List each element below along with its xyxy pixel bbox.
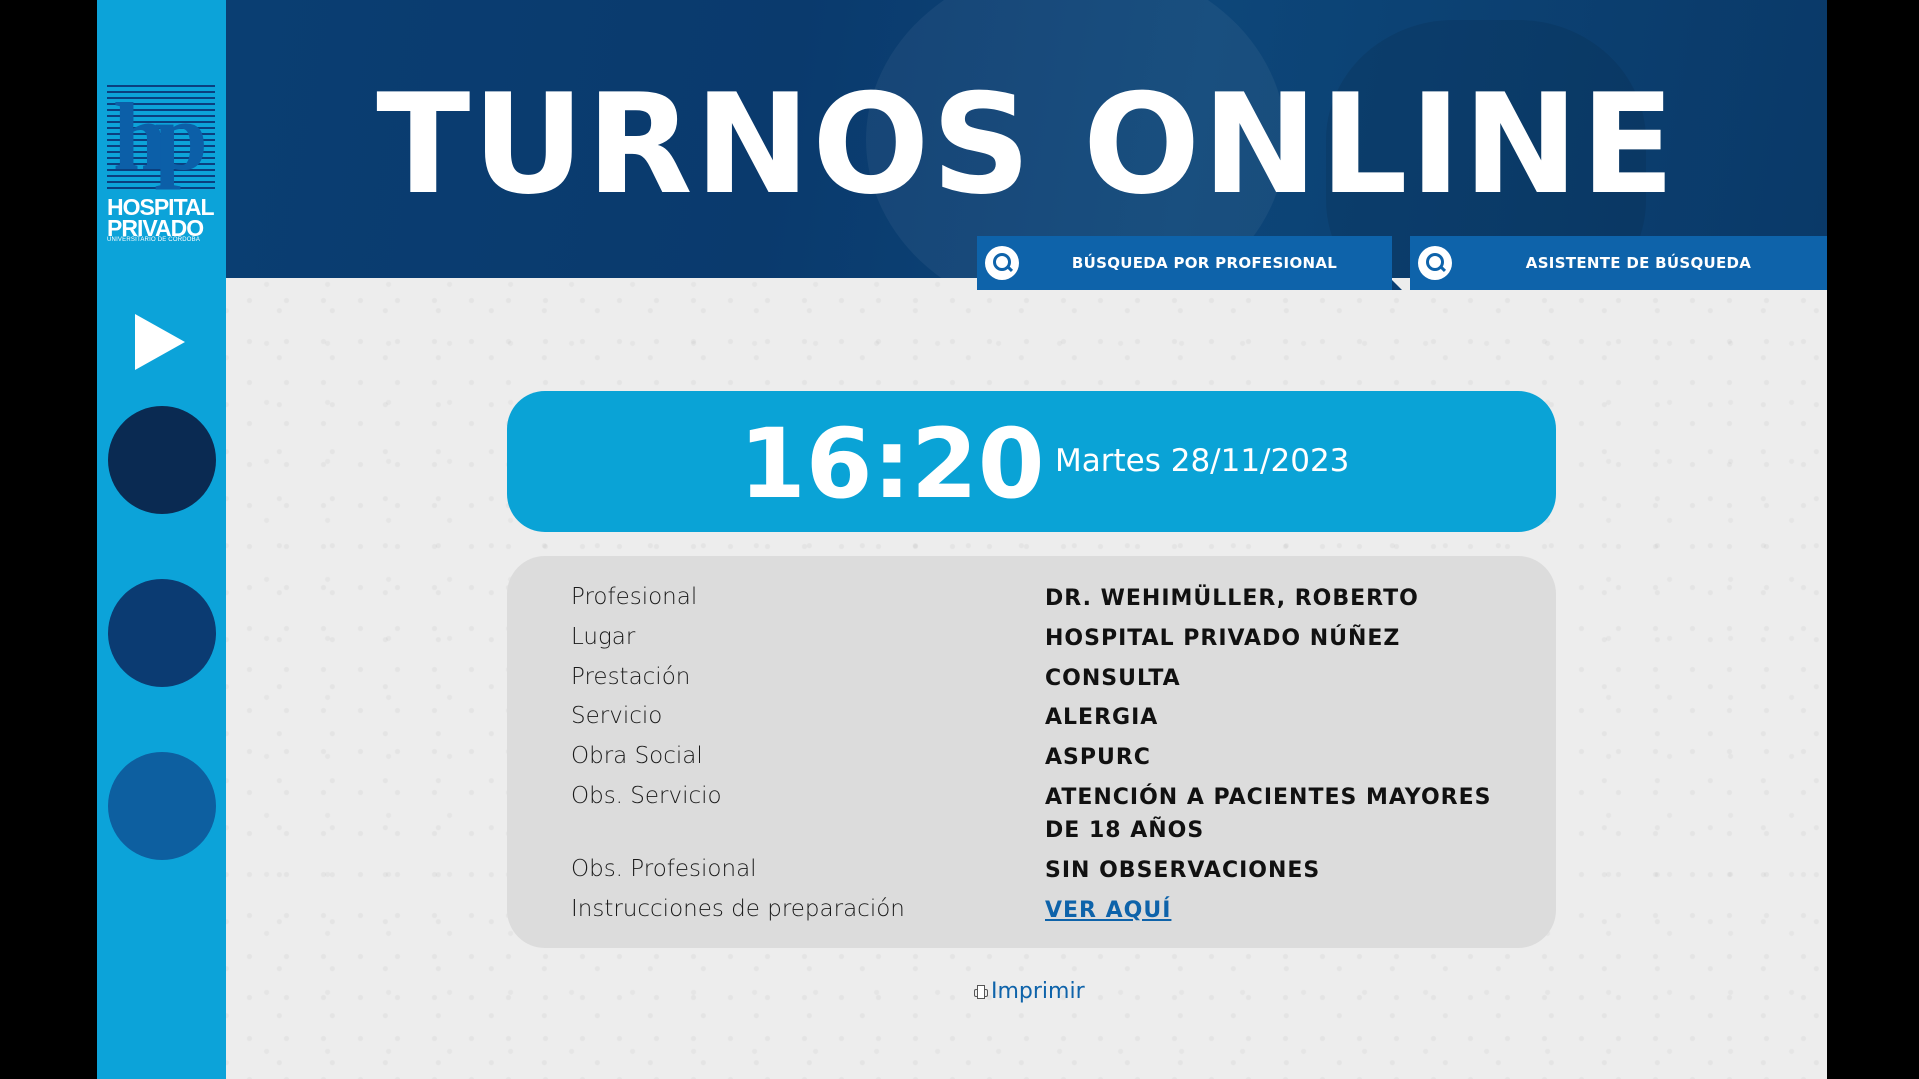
search-icon (985, 246, 1019, 280)
print-button[interactable]: Imprimir (974, 979, 1085, 1004)
detail-value: ALERGIA (1045, 705, 1159, 730)
print-label: Imprimir (991, 979, 1085, 1004)
printer-icon (974, 984, 988, 999)
logo-line-2: PRIVADO (107, 215, 204, 241)
preparation-instructions-link[interactable]: VER AQUÍ (1045, 894, 1515, 927)
detail-label: Obs. Servicio (571, 783, 722, 809)
play-icon[interactable] (135, 314, 185, 370)
search-assistant-button[interactable]: ASISTENTE DE BÚSQUEDA (1410, 236, 1827, 290)
logo-mark: hp (107, 85, 215, 193)
appointment-time-card: 16:20 Martes 28/11/2023 (507, 391, 1556, 532)
appointment-time: 16:20 (739, 408, 1045, 520)
logo-subtitle: UNIVERSITARIO DE CÓRDOBA (107, 237, 201, 243)
page-title: TURNOS ONLINE (376, 64, 1677, 225)
detail-value: SIN OBSERVACIONES (1045, 858, 1321, 883)
search-assistant-label: ASISTENTE DE BÚSQUEDA (1525, 254, 1752, 272)
appointment-details-card: Profesional DR. WEHIMÜLLER, ROBERTO Luga… (507, 556, 1556, 948)
detail-value: CONSULTA (1045, 666, 1181, 691)
search-icon (1418, 246, 1452, 280)
slide-dot-1[interactable] (108, 406, 216, 514)
detail-value: ATENCIÓN A PACIENTES MAYORES DE 18 AÑOS (1045, 785, 1492, 843)
detail-label: Prestación (571, 664, 691, 690)
detail-label: Obs. Profesional (571, 856, 757, 882)
logo-text: HOSPITAL PRIVADO (107, 196, 219, 241)
sidebar: hp HOSPITAL PRIVADO UNIVERSITARIO DE CÓR… (97, 0, 226, 1079)
search-by-professional-button[interactable]: BÚSQUEDA POR PROFESIONAL (977, 236, 1402, 290)
detail-label: Lugar (571, 624, 636, 650)
appointment-date: Martes 28/11/2023 (1055, 443, 1350, 479)
slide-dot-2[interactable] (108, 579, 216, 687)
detail-label: Profesional (571, 584, 698, 610)
detail-label: Obra Social (571, 743, 703, 769)
hospital-logo[interactable]: hp HOSPITAL PRIVADO UNIVERSITARIO DE CÓR… (107, 85, 217, 245)
detail-value: ASPURC (1045, 745, 1151, 770)
page-frame: hp HOSPITAL PRIVADO UNIVERSITARIO DE CÓR… (97, 0, 1827, 1079)
detail-label: Instrucciones de preparación (571, 896, 905, 922)
logo-letters: hp (113, 83, 208, 190)
search-by-professional-label: BÚSQUEDA POR PROFESIONAL (1071, 254, 1338, 272)
detail-value: HOSPITAL PRIVADO NÚÑEZ (1045, 626, 1401, 651)
detail-value: DR. WEHIMÜLLER, ROBERTO (1045, 586, 1419, 611)
slide-dot-3[interactable] (108, 752, 216, 860)
detail-label: Servicio (571, 703, 663, 729)
